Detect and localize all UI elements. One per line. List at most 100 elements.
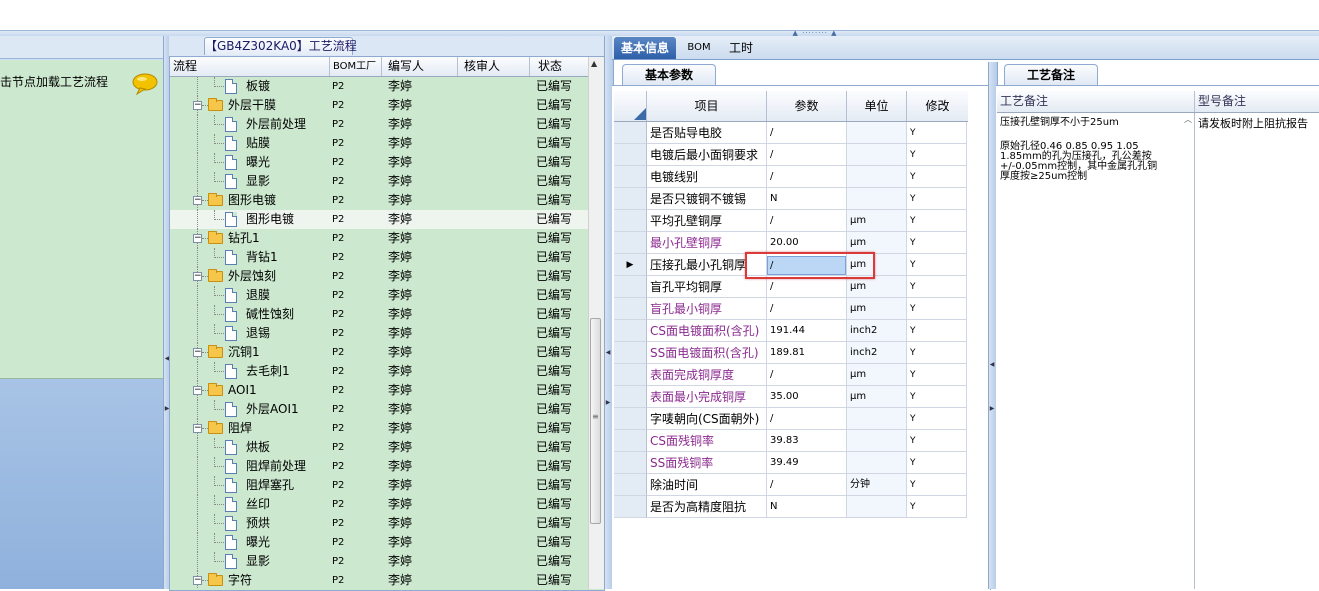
param-value-cell[interactable]: /	[767, 474, 847, 496]
row-indicator[interactable]	[614, 496, 647, 518]
col-flow[interactable]: 流程	[170, 57, 330, 76]
tree-row[interactable]: 外层AOI1 P2 李婷 已编写	[170, 400, 588, 419]
param-row[interactable]: 是否为高精度阻抗 N Y	[614, 496, 968, 518]
param-value-cell[interactable]: /	[767, 276, 847, 298]
param-unit-cell[interactable]: μm	[847, 298, 907, 320]
row-indicator[interactable]	[614, 430, 647, 452]
param-value-cell[interactable]: 20.00	[767, 232, 847, 254]
tree-row[interactable]: 显影 P2 李婷 已编写	[170, 172, 588, 191]
param-row[interactable]: CS面残铜率 39.83 Y	[614, 430, 968, 452]
param-value-cell[interactable]: 189.81	[767, 342, 847, 364]
col-unit[interactable]: 单位	[847, 91, 907, 121]
col-writer[interactable]: 编写人	[382, 57, 458, 76]
col-process-remark[interactable]: 工艺备注	[997, 91, 1195, 112]
tree-row[interactable]: 丝印 P2 李婷 已编写	[170, 495, 588, 514]
param-unit-cell[interactable]: μm	[847, 232, 907, 254]
param-unit-cell[interactable]: μm	[847, 276, 907, 298]
param-unit-cell[interactable]	[847, 496, 907, 518]
tree-row[interactable]: 阻焊前处理 P2 李婷 已编写	[170, 457, 588, 476]
param-value-cell[interactable]: 39.49	[767, 452, 847, 474]
param-unit-cell[interactable]	[847, 452, 907, 474]
tree-row[interactable]: 退锡 P2 李婷 已编写	[170, 324, 588, 343]
param-row[interactable]: 盲孔最小铜厚 / μm Y	[614, 298, 968, 320]
row-indicator[interactable]	[614, 408, 647, 430]
row-indicator[interactable]	[614, 342, 647, 364]
collapse-toggle-icon[interactable]: −	[193, 348, 202, 357]
collapse-toggle-icon[interactable]: −	[193, 101, 202, 110]
tree-scrollbar-thumb[interactable]: ≡	[590, 318, 601, 524]
param-value-cell[interactable]: /	[767, 364, 847, 386]
param-row[interactable]: 表面完成铜厚度 / μm Y	[614, 364, 968, 386]
collapse-toggle-icon[interactable]: −	[193, 576, 202, 585]
param-unit-cell[interactable]	[847, 166, 907, 188]
param-unit-cell[interactable]	[847, 122, 907, 144]
tree-row[interactable]: − AOI1 P2 李婷 已编写	[170, 381, 588, 400]
collapse-toggle-icon[interactable]: −	[193, 234, 202, 243]
collapse-params-icon[interactable]: ◀	[989, 360, 995, 370]
row-indicator[interactable]	[614, 210, 647, 232]
param-unit-cell[interactable]	[847, 144, 907, 166]
param-value-cell[interactable]: /	[767, 298, 847, 320]
tree-row[interactable]: − 外层蚀刻 P2 李婷 已编写	[170, 267, 588, 286]
param-value-cell[interactable]: /	[767, 144, 847, 166]
row-indicator[interactable]	[614, 364, 647, 386]
param-row[interactable]: 平均孔壁铜厚 / μm Y	[614, 210, 968, 232]
param-value-cell[interactable]: N	[767, 188, 847, 210]
row-indicator[interactable]	[614, 166, 647, 188]
param-row[interactable]: CS面电镀面积(含孔) 191.44 inch2 Y	[614, 320, 968, 342]
param-unit-cell[interactable]	[847, 430, 907, 452]
row-indicator[interactable]	[614, 276, 647, 298]
param-row[interactable]: 表面最小完成铜厚 35.00 μm Y	[614, 386, 968, 408]
tree-row[interactable]: 去毛刺1 P2 李婷 已编写	[170, 362, 588, 381]
param-row[interactable]: 是否只镀铜不镀锡 N Y	[614, 188, 968, 210]
param-unit-cell[interactable]: μm	[847, 364, 907, 386]
row-indicator[interactable]	[614, 232, 647, 254]
process-remark-cell[interactable]: 压接孔壁铜厚不小于25um 原始孔径0.46 0.85 0.95 1.05 1.…	[997, 113, 1195, 589]
param-row[interactable]: 盲孔平均铜厚 / μm Y	[614, 276, 968, 298]
param-value-cell[interactable]: 191.44	[767, 320, 847, 342]
param-unit-cell[interactable]: 分钟	[847, 474, 907, 496]
row-indicator[interactable]	[614, 298, 647, 320]
collapse-toggle-icon[interactable]: −	[193, 424, 202, 433]
tab-basic-info[interactable]: 基本信息	[614, 37, 676, 59]
remark-scroll-icon[interactable]: ︿	[1182, 113, 1194, 127]
tree-row[interactable]: 退膜 P2 李婷 已编写	[170, 286, 588, 305]
param-row[interactable]: 电镀线别 / Y	[614, 166, 968, 188]
row-indicator[interactable]	[614, 320, 647, 342]
collapse-toggle-icon[interactable]: −	[193, 386, 202, 395]
tree-row[interactable]: 碱性蚀刻 P2 李婷 已编写	[170, 305, 588, 324]
param-row[interactable]: 电镀后最小面铜要求 / Y	[614, 144, 968, 166]
row-indicator[interactable]: ▶	[614, 254, 647, 276]
tree-row[interactable]: 曝光 P2 李婷 已编写	[170, 533, 588, 552]
tree-row[interactable]: 烘板 P2 李婷 已编写	[170, 438, 588, 457]
param-row[interactable]: 是否贴导电胶 / Y	[614, 122, 968, 144]
collapse-tree-icon[interactable]: ◀	[605, 348, 611, 358]
param-row[interactable]: SS面残铜率 39.49 Y	[614, 452, 968, 474]
param-value-cell[interactable]: /	[767, 122, 847, 144]
row-indicator[interactable]	[614, 452, 647, 474]
row-indicator[interactable]	[614, 144, 647, 166]
param-row[interactable]: 字唛朝向(CS面朝外) / Y	[614, 408, 968, 430]
expand-params-icon[interactable]: ▶	[989, 404, 995, 414]
param-unit-cell[interactable]: μm	[847, 386, 907, 408]
model-remark-cell[interactable]: 请发板时附上阻抗报告	[1195, 113, 1319, 589]
tree-row[interactable]: 外层前处理 P2 李婷 已编写	[170, 115, 588, 134]
param-unit-cell[interactable]: inch2	[847, 342, 907, 364]
tree-row[interactable]: 曝光 P2 李婷 已编写	[170, 153, 588, 172]
param-value-cell[interactable]: 39.83	[767, 430, 847, 452]
tree-row[interactable]: 板镀 P2 李婷 已编写	[170, 77, 588, 96]
param-unit-cell[interactable]	[847, 408, 907, 430]
col-status[interactable]: 状态	[530, 57, 588, 76]
collapse-toggle-icon[interactable]: −	[193, 272, 202, 281]
tree-row[interactable]: 背钻1 P2 李婷 已编写	[170, 248, 588, 267]
tree-row[interactable]: 预烘 P2 李婷 已编写	[170, 514, 588, 533]
row-indicator[interactable]	[614, 386, 647, 408]
param-unit-cell[interactable]: inch2	[847, 320, 907, 342]
process-flow-title-tab[interactable]: 【GB4Z302KA0】工艺流程	[204, 37, 357, 55]
param-unit-cell[interactable]	[847, 188, 907, 210]
tab-work-hours[interactable]: 工时	[722, 37, 760, 59]
param-value-cell[interactable]: /	[767, 408, 847, 430]
tree-row[interactable]: − 钻孔1 P2 李婷 已编写	[170, 229, 588, 248]
tree-row[interactable]: 贴膜 P2 李婷 已编写	[170, 134, 588, 153]
tree-row[interactable]: 显影 P2 李婷 已编写	[170, 552, 588, 571]
